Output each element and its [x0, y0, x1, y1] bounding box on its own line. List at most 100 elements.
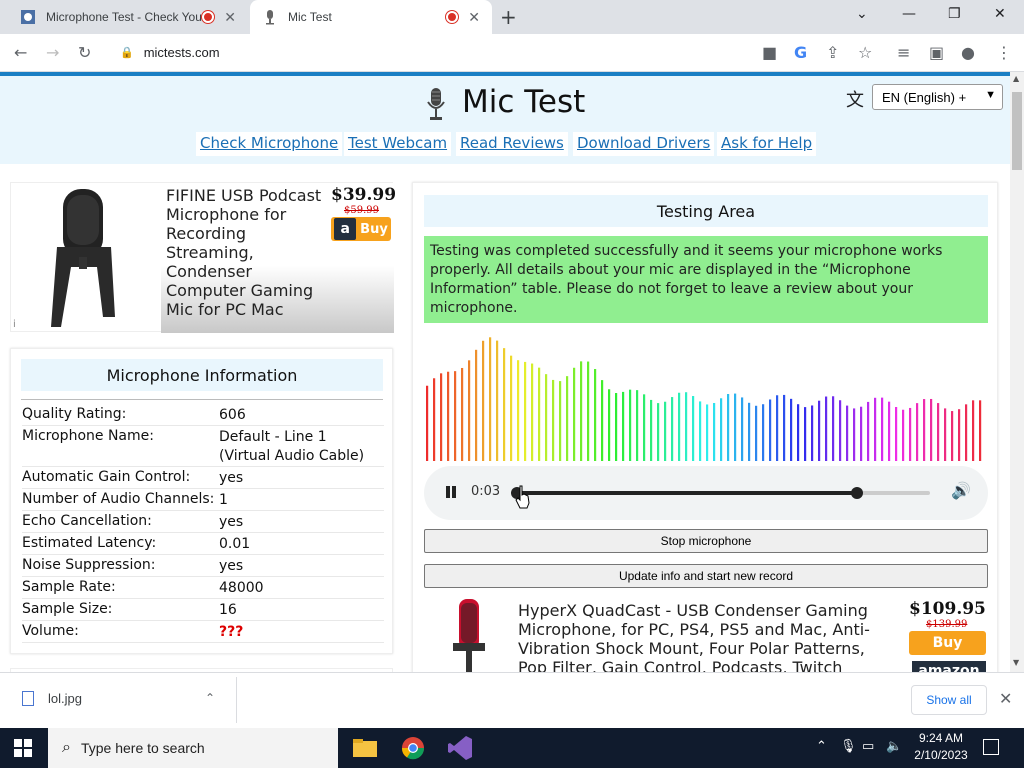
nav-check-microphone[interactable]: Check Microphone: [196, 132, 343, 156]
reload-icon[interactable]: ↻: [78, 43, 91, 62]
windows-start-icon[interactable]: [14, 739, 32, 757]
nav-download-drivers[interactable]: Download Drivers: [573, 132, 715, 156]
visualizer-bar: [706, 404, 709, 461]
ad-price: $39.99: [331, 185, 397, 205]
share-icon[interactable]: ⇪: [826, 43, 839, 62]
update-info-button[interactable]: Update info and start new record: [424, 564, 988, 588]
chevron-up-icon[interactable]: ⌃: [205, 691, 215, 705]
product-image-microphone: [51, 189, 115, 327]
clock-date: 2/10/2023: [914, 748, 968, 762]
info-key: Number of Audio Channels:: [22, 491, 215, 507]
stop-microphone-button[interactable]: Stop microphone: [424, 529, 988, 553]
close-downloads-icon[interactable]: ✕: [999, 689, 1012, 708]
ad-buy-button[interactable]: a Buy: [331, 217, 391, 241]
language-select[interactable]: EN (English) + ▼: [872, 84, 1003, 110]
bookmark-star-icon[interactable]: ☆: [858, 43, 872, 62]
restore-button[interactable]: ❐: [948, 6, 961, 22]
visualizer-bar: [734, 393, 737, 461]
scroll-up-icon[interactable]: ▲: [1013, 74, 1019, 83]
visual-studio-icon[interactable]: [446, 734, 476, 762]
visualizer-bar: [916, 403, 919, 461]
notification-icon[interactable]: [983, 739, 999, 755]
menu-icon[interactable]: ⋮: [996, 43, 1012, 62]
info-icon[interactable]: i: [13, 319, 16, 330]
info-value: yes: [219, 470, 244, 486]
file-explorer-icon[interactable]: [350, 734, 380, 762]
visualizer-bar: [776, 395, 779, 461]
visualizer-bar: [433, 378, 436, 461]
google-icon[interactable]: G: [794, 43, 807, 62]
audio-seek-bar[interactable]: [511, 487, 930, 499]
visualizer-bar: [636, 390, 639, 461]
visualizer-bar: [524, 361, 527, 461]
taskbar-search[interactable]: ⌕ Type here to search: [48, 728, 338, 768]
speaker-icon[interactable]: 🔈: [886, 739, 902, 754]
side-panel-icon[interactable]: ▣: [929, 43, 944, 62]
info-row: Noise Suppression: yes: [22, 555, 384, 577]
visualizer-bar: [650, 399, 653, 461]
page-scrollbar[interactable]: ▲ ▼: [1010, 72, 1024, 672]
visualizer-bar: [930, 398, 933, 461]
pause-icon[interactable]: [444, 484, 458, 500]
forward-icon[interactable]: →: [46, 43, 59, 62]
product-ad[interactable]: FIFINE USB Podcast Microphone for Record…: [10, 182, 397, 333]
audio-time: 0:03: [471, 484, 501, 499]
ad-description[interactable]: FIFINE USB Podcast Microphone for Record…: [166, 186, 326, 330]
close-tab-icon[interactable]: ✕: [468, 9, 480, 26]
nav-ask-for-help[interactable]: Ask for Help: [717, 132, 817, 156]
tab-search-icon[interactable]: ⌄: [856, 6, 868, 22]
product-image-microphone: [453, 599, 485, 672]
volume-handle[interactable]: [851, 487, 864, 499]
microphone-favicon-icon: [266, 10, 274, 25]
page-content: Mic Test 文 EN (English) + ▼ Check Microp…: [0, 72, 1010, 672]
tab-title: Microphone Test - Check You: [46, 10, 202, 24]
media-icon[interactable]: ≡: [897, 43, 910, 62]
volume-icon[interactable]: 🔊: [951, 481, 971, 500]
visualizer-bar: [888, 401, 891, 461]
close-tab-icon[interactable]: ✕: [224, 9, 236, 26]
info-row: Sample Rate: 48000: [22, 577, 384, 599]
site-favicon-icon: [21, 10, 35, 24]
taskbar-clock[interactable]: 9:24 AM 2/10/2023: [912, 730, 970, 764]
language-value: EN (English) +: [882, 89, 967, 105]
ad-description[interactable]: HyperX QuadCast - USB Condenser Gaming M…: [518, 601, 888, 672]
tab-mic-test[interactable]: Mic Test ✕: [250, 0, 492, 34]
minimize-button[interactable]: —: [902, 6, 916, 22]
visualizer-bar: [944, 408, 947, 461]
back-icon[interactable]: ←: [14, 43, 27, 62]
tab-microphone-test[interactable]: Microphone Test - Check You ✕: [8, 0, 248, 34]
chevron-up-icon[interactable]: ⌃: [816, 739, 827, 754]
show-all-button[interactable]: Show all: [911, 685, 987, 715]
visualizer-bar: [825, 396, 828, 461]
visualizer-bar: [531, 363, 534, 461]
ad-buy-button[interactable]: Buy: [909, 631, 986, 655]
info-value: 48000: [219, 580, 264, 596]
camera-icon[interactable]: ■: [762, 43, 777, 62]
visualizer-bar: [881, 397, 884, 461]
download-item[interactable]: lol.jpg: [22, 691, 82, 706]
visualizer-bar: [797, 404, 800, 461]
network-icon[interactable]: ▭: [862, 739, 874, 754]
info-value: 16: [219, 602, 237, 618]
visualizer-bar: [762, 404, 765, 461]
visualizer-bar: [552, 379, 555, 461]
scrollbar-thumb[interactable]: [1012, 92, 1022, 170]
windows-taskbar: ⌕ Type here to search ⌃ 🎙 ▭ 🔈 9:24 AM 2/…: [0, 728, 1024, 768]
visualizer-bar: [720, 398, 723, 461]
profile-icon[interactable]: ●: [961, 43, 975, 62]
site-header: Mic Test 文 EN (English) + ▼ Check Microp…: [0, 76, 1010, 164]
close-window-button[interactable]: ✕: [994, 6, 1006, 22]
visualizer-bar: [811, 405, 814, 461]
microphone-tray-icon[interactable]: 🎙: [840, 739, 857, 754]
visualizer-bar: [601, 380, 604, 461]
product-ad[interactable]: HyperX QuadCast - USB Condenser Gaming M…: [424, 597, 988, 672]
chrome-icon[interactable]: [398, 734, 428, 762]
visualizer-bar: [622, 391, 625, 461]
new-tab-button[interactable]: +: [500, 5, 517, 29]
hand-cursor-icon: [515, 485, 530, 509]
nav-read-reviews[interactable]: Read Reviews: [456, 132, 568, 156]
nav-test-webcam[interactable]: Test Webcam: [344, 132, 452, 156]
visualizer-bar: [657, 403, 660, 461]
scroll-down-icon[interactable]: ▼: [1013, 658, 1019, 667]
info-key: Quality Rating:: [22, 406, 127, 422]
